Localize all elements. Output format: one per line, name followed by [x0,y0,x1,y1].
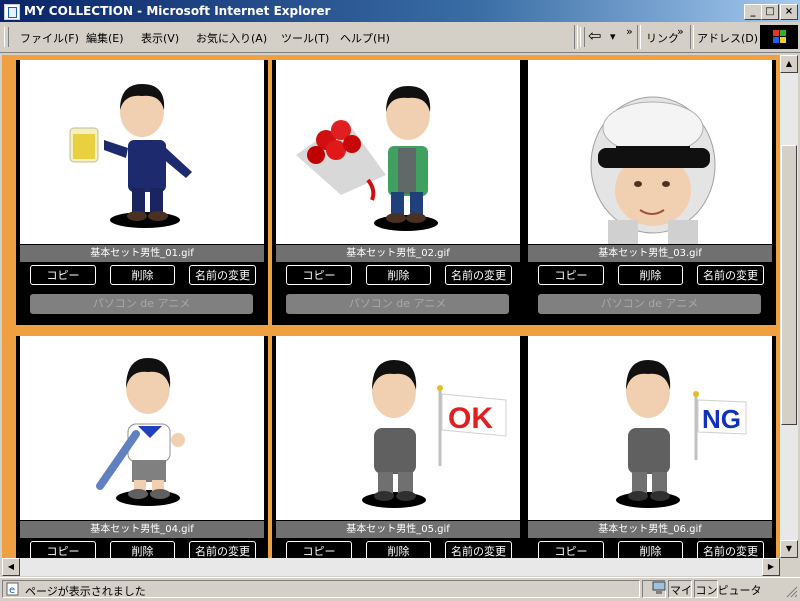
card-filename: 基本セット男性_02.gif [276,245,520,262]
character-helmet-illustration [590,96,716,244]
character-card: 基本セット男性_02.gif コピー 削除 名前の変更 パソコン de アニメ [272,60,524,325]
delete-button[interactable]: 削除 [110,541,175,558]
character-image [20,336,264,520]
toolbar-grip[interactable] [580,27,585,47]
minimize-button[interactable]: _ [744,4,762,20]
maximize-button[interactable]: □ [761,4,779,20]
character-image [20,60,264,244]
rename-button[interactable]: 名前の変更 [189,541,256,558]
menu-grip[interactable] [4,27,9,47]
character-card: 基本セット男性_01.gif コピー 削除 名前の変更 パソコン de アニメ [16,60,268,325]
windows-logo-icon [760,25,798,49]
back-arrow-icon[interactable]: ⇦ [588,26,601,45]
scroll-right-button[interactable]: ▶ [762,558,780,576]
delete-button[interactable]: 削除 [366,541,431,558]
rename-button[interactable]: 名前の変更 [445,265,512,285]
address-label[interactable]: アドレス(D) [697,30,758,46]
character-image [276,60,520,244]
my-computer-icon [652,581,666,594]
character-beer-illustration [69,84,192,228]
back-dropdown-icon[interactable]: ▾ [610,30,616,43]
copy-button[interactable]: コピー [30,541,96,558]
anime-button[interactable]: パソコン de アニメ [30,294,253,314]
rename-button[interactable]: 名前の変更 [697,265,764,285]
character-image: OK [276,336,520,520]
character-card: 基本セット男性_04.gif コピー 削除 名前の変更 [16,336,268,558]
character-card: OK 基本セット男性_05.gif コピー 削除 名前の変更 [272,336,524,558]
status-message-pane: e ページが表示されました [2,580,640,598]
copy-button[interactable]: コピー [286,541,352,558]
vertical-scrollbar[interactable]: ▲ ▼ [780,55,798,558]
flag-ok-text: OK [448,402,493,435]
toolbar-separator [574,25,578,49]
menu-tools[interactable]: ツール(T) [281,30,329,46]
copy-button[interactable]: コピー [538,265,604,285]
character-ok-flag-illustration: OK [362,360,507,508]
rename-button[interactable]: 名前の変更 [445,541,512,558]
menu-bar: ファイル(F) 編集(E) 表示(V) お気に入り(A) ツール(T) ヘルプ(… [0,22,800,53]
ie-page-icon [4,4,20,20]
character-ng-flag-illustration: NG [616,360,747,508]
close-button[interactable]: × [780,4,798,20]
svg-text:e: e [9,585,15,596]
menu-help[interactable]: ヘルプ(H) [340,30,390,46]
title-bar: MY COLLECTION - Microsoft Internet Explo… [0,0,800,22]
menu-file[interactable]: ファイル(F) [20,30,79,46]
toolbar-chevron-icon[interactable]: » [626,25,633,38]
vertical-scroll-thumb[interactable] [781,145,797,425]
delete-button[interactable]: 削除 [618,265,683,285]
status-message: ページが表示されました [25,585,146,598]
card-filename: 基本セット男性_03.gif [528,245,772,262]
zone-pane: マイ コンピュータ [648,580,798,598]
rename-button[interactable]: 名前の変更 [189,265,256,285]
character-image [528,60,772,244]
scroll-down-button[interactable]: ▼ [780,540,798,558]
anime-button[interactable]: パソコン de アニメ [286,294,509,314]
page-content: 基本セット男性_01.gif コピー 削除 名前の変更 パソコン de アニメ [2,55,780,558]
ie-page-icon: e [6,582,19,596]
window-title: MY COLLECTION - Microsoft Internet Explo… [24,4,331,18]
status-bar: e ページが表示されました マイ コンピュータ [0,577,800,601]
scroll-left-button[interactable]: ◀ [2,558,20,576]
card-filename: 基本セット男性_06.gif [528,521,772,538]
character-card: NG 基本セット男性_06.gif コピー 削除 名前の変更 [524,336,776,558]
resize-grip-icon[interactable] [786,586,798,598]
anime-button[interactable]: パソコン de アニメ [538,294,761,314]
scroll-up-button[interactable]: ▲ [780,55,798,73]
character-flowers-illustration [296,86,438,231]
card-filename: 基本セット男性_01.gif [20,245,264,262]
delete-button[interactable]: 削除 [618,541,683,558]
card-filename: 基本セット男性_05.gif [276,521,520,538]
toolbar-separator [637,25,641,49]
horizontal-scrollbar[interactable]: ◀ ▶ [2,558,780,576]
security-zone: マイ コンピュータ [670,584,762,597]
links-label[interactable]: リンク [646,30,679,46]
menu-view[interactable]: 表示(V) [141,30,179,46]
links-chevron-icon[interactable]: » [677,25,684,38]
card-filename: 基本セット男性_04.gif [20,521,264,538]
delete-button[interactable]: 削除 [366,265,431,285]
character-tennis-illustration [96,358,185,506]
rename-button[interactable]: 名前の変更 [697,541,764,558]
character-image: NG [528,336,772,520]
delete-button[interactable]: 削除 [110,265,175,285]
copy-button[interactable]: コピー [286,265,352,285]
character-card: 基本セット男性_03.gif コピー 削除 名前の変更 パソコン de アニメ [524,60,776,325]
menu-edit[interactable]: 編集(E) [86,30,124,46]
flag-ng-text: NG [702,404,741,434]
toolbar-separator [690,25,694,49]
copy-button[interactable]: コピー [538,541,604,558]
copy-button[interactable]: コピー [30,265,96,285]
menu-favorites[interactable]: お気に入り(A) [196,30,267,46]
